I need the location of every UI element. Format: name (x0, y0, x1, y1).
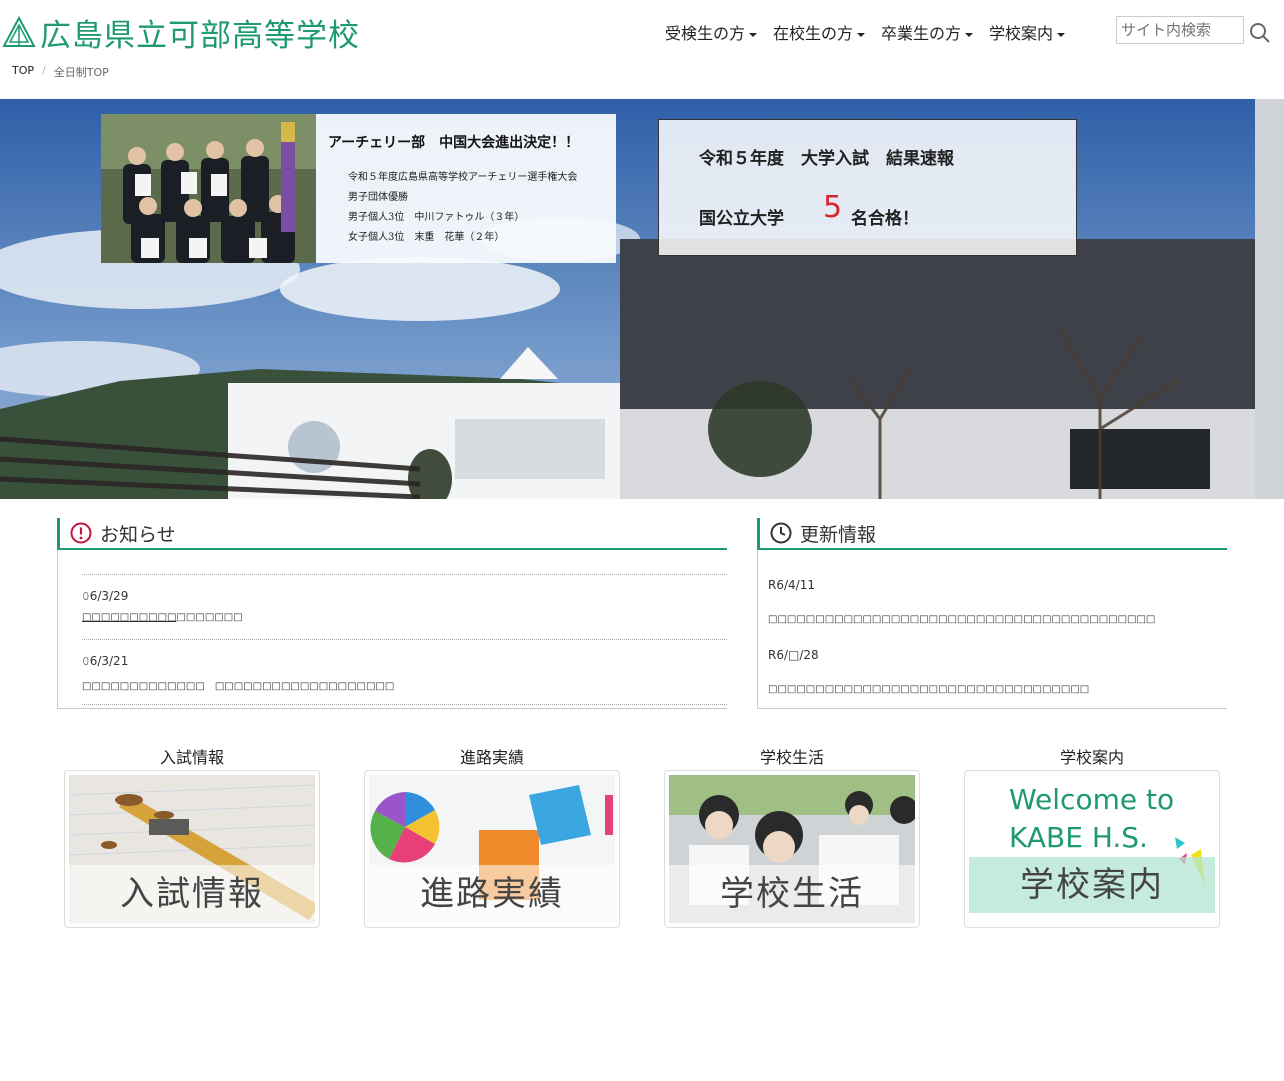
exclamation-circle-icon (70, 522, 92, 544)
update-date: R6/□/28 (768, 648, 819, 662)
update-text[interactable]: □□□□□□□□□□□□□□□□□□□□□□□□□□□□□□□□□□□□□□□□… (768, 614, 1155, 625)
main-nav: 受検生の方 在校生の方 卒業生の方 学校案内 (658, 18, 1074, 46)
archery-banner-text: アーチェリー部 中国大会進出決定！！ 令和５年度広島県高等学校アーチェリー選手権… (316, 114, 589, 263)
tile-caption: 入試情報 (69, 865, 315, 923)
school-emblem-icon (2, 15, 36, 47)
news-panel-title: お知らせ (100, 523, 176, 546)
nav-school-guide[interactable]: 学校案内 (982, 18, 1072, 46)
tile-caption: 学校生活 (669, 865, 915, 923)
update-date: R6/4/11 (768, 578, 815, 592)
university-results-banner[interactable]: 令和５年度 大学入試 結果速報 国公立大学 5 名合格！ (658, 119, 1077, 256)
tile-label: 進路実績 (459, 748, 524, 767)
archery-banner-line: 男子個人3位 中川ファトゥル（３年） (348, 212, 525, 223)
tile-label: 学校生活 (759, 748, 824, 767)
chart-blocks-image: 進路実績 (369, 775, 615, 923)
news-date: 𝟶6/3/21 (82, 654, 129, 668)
archery-team-photo (101, 114, 316, 263)
nav-current-students[interactable]: 在校生の方 (766, 18, 872, 46)
nav-prospective-students[interactable]: 受検生の方 (658, 18, 764, 46)
tile-school-guide[interactable]: 学校案内 Welcome to KABE H.S. 学校案内 (964, 744, 1220, 928)
results-banner-number: 5 (823, 190, 843, 225)
archery-banner-line: 令和５年度広島県高等学校アーチェリー選手権大会 (348, 172, 578, 183)
caret-down-icon (965, 32, 974, 37)
site-title: 広島県立可部高等学校 (40, 18, 360, 54)
tile-card[interactable]: Welcome to KABE H.S. 学校案内 (964, 770, 1220, 928)
tile-card[interactable]: 進路実績 (364, 770, 620, 928)
tile-caption: 学校案内 (969, 857, 1215, 913)
nav-label: 卒業生の方 (881, 24, 962, 43)
breadcrumb: TOP / 全日制TOP (12, 64, 109, 80)
results-banner-suffix: 名合格！ (851, 209, 919, 229)
breadcrumb-separator: / (42, 64, 46, 77)
news-list: 𝟶6/3/29 □□□□□□□□□□□□□□□□□ 𝟶6/3/21 □□□□□□… (57, 550, 727, 709)
nav-label: 受検生の方 (665, 24, 746, 43)
archery-news-banner[interactable]: アーチェリー部 中国大会進出決定！！ 令和５年度広島県高等学校アーチェリー選手権… (101, 114, 616, 263)
nav-graduates[interactable]: 卒業生の方 (874, 18, 980, 46)
tile-caption: 進路実績 (369, 865, 615, 923)
tile-card[interactable]: 学校生活 (664, 770, 920, 928)
archery-banner-title: アーチェリー部 中国大会進出決定！！ (328, 135, 580, 151)
tile-career-results[interactable]: 進路実績 進路実績 (364, 744, 620, 928)
news-item: □□□□□□□□□□□□□□□□□ (82, 612, 243, 623)
search-icon[interactable] (1249, 22, 1271, 44)
tile-label: 学校案内 (1059, 748, 1124, 767)
news-divider (82, 704, 727, 705)
update-text[interactable]: □□□□□□□□□□□□□□□□□□□□□□□□□□□□□□□□□□ (768, 684, 1089, 695)
hero-image: アーチェリー部 中国大会進出決定！！ 令和５年度広島県高等学校アーチェリー選手権… (0, 99, 1284, 499)
news-text[interactable]: □□□□□□□□□□□□□ □□□□□□□□□□□□□□□□□□□ (82, 677, 394, 692)
nav-label: 学校案内 (989, 24, 1054, 43)
welcome-image: Welcome to KABE H.S. 学校案内 (969, 775, 1215, 923)
site-header: 広島県立可部高等学校 受検生の方 在校生の方 卒業生の方 学校案内 TOP / … (0, 0, 1284, 99)
news-link[interactable]: □□□□□□□□□□ (82, 612, 176, 623)
results-banner-prefix: 国公立大学 (699, 209, 784, 229)
caret-down-icon (857, 32, 866, 37)
caret-down-icon (1057, 32, 1066, 37)
tile-entrance-exam[interactable]: 入試情報 入試情報 (64, 744, 320, 928)
pencil-notebook-image: 入試情報 (69, 775, 315, 923)
classroom-image: 学校生活 (669, 775, 915, 923)
results-banner-title: 令和５年度 大学入試 結果速報 (699, 149, 954, 169)
tile-school-life[interactable]: 学校生活 学校生活 (664, 744, 920, 928)
updates-panel: 更新情報 R6/4/11 □□□□□□□□□□□□□□□□□□□□□□□□□□□… (757, 518, 1227, 709)
clock-icon (770, 522, 792, 544)
news-text: □□□□□□□ (176, 612, 243, 623)
tile-label: 入試情報 (159, 748, 224, 767)
updates-panel-header: 更新情報 (757, 518, 1227, 550)
updates-panel-title: 更新情報 (800, 523, 877, 546)
search-input[interactable] (1116, 16, 1244, 44)
news-date: 𝟶6/3/29 (82, 589, 129, 603)
caret-down-icon (749, 32, 758, 37)
archery-banner-line: 女子個人3位 末重 花華（２年） (348, 232, 505, 243)
news-divider (82, 639, 727, 640)
news-panel-header: お知らせ (57, 518, 727, 550)
nav-label: 在校生の方 (773, 24, 854, 43)
updates-list: R6/4/11 □□□□□□□□□□□□□□□□□□□□□□□□□□□□□□□□… (757, 550, 1227, 709)
breadcrumb-current: 全日制TOP (53, 66, 109, 79)
news-panel: お知らせ 𝟶6/3/29 □□□□□□□□□□□□□□□□□ 𝟶6/3/21 □… (57, 518, 727, 709)
archery-banner-line: 男子団体優勝 (348, 192, 408, 203)
tile-card[interactable]: 入試情報 (64, 770, 320, 928)
breadcrumb-top-link[interactable]: TOP (12, 64, 34, 80)
news-divider (82, 574, 727, 575)
site-logo[interactable]: 広島県立可部高等学校 (2, 10, 360, 55)
